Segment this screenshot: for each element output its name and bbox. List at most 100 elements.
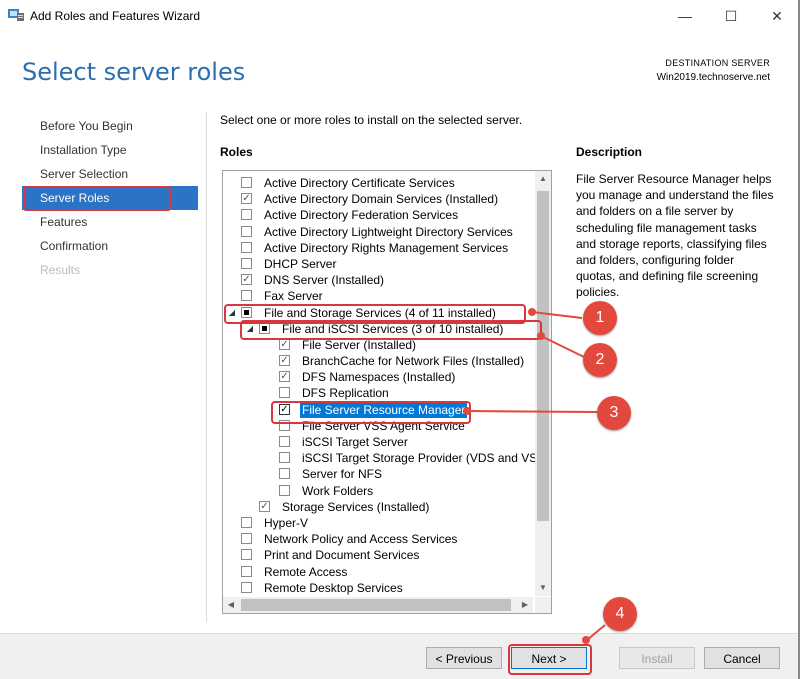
roles-tree-rows: Active Directory Certificate Services ✓ Ac… — [223, 175, 545, 596]
callout-badge-3: 3 — [597, 396, 631, 430]
nav-step-features[interactable]: Features — [22, 210, 198, 234]
role-label: File and Storage Services (4 of 11 insta… — [264, 305, 496, 320]
role-row[interactable]: Hyper-V — [223, 515, 534, 531]
minimize-button[interactable]: — — [662, 0, 708, 32]
role-row[interactable]: Active Directory Federation Services — [223, 207, 534, 223]
nav-step-results: Results — [40, 263, 81, 277]
horizontal-scroll-thumb[interactable] — [241, 599, 511, 611]
role-checkbox[interactable] — [241, 581, 252, 593]
annotation-anchor-4 — [582, 636, 590, 644]
role-checkbox[interactable] — [241, 177, 252, 188]
annotation-anchor-3 — [463, 407, 471, 415]
role-row[interactable]: Active Directory Lightweight Directory S… — [223, 224, 534, 240]
expand-collapse-icon[interactable]: ◢ — [245, 321, 255, 337]
role-checkbox[interactable] — [241, 533, 252, 545]
installed-checkbox[interactable]: ✓ — [259, 500, 270, 512]
roles-tree[interactable]: Active Directory Certificate Services ✓ Ac… — [222, 170, 552, 614]
role-checkbox[interactable] — [241, 225, 252, 237]
installed-checkbox[interactable]: ✓ — [279, 371, 290, 383]
title-bar: Add Roles and Features Wizard — ☐ ✕ — [0, 0, 800, 32]
installed-checkbox[interactable]: ✓ — [279, 355, 290, 367]
nav-step-confirmation[interactable]: Confirmation — [22, 234, 198, 258]
role-row[interactable]: ◢ File and iSCSI Services (3 of 10 instal… — [223, 321, 534, 337]
vertical-scrollbar[interactable]: ▲ ▼ — [535, 171, 551, 596]
next-button[interactable]: Next > — [511, 647, 587, 669]
role-row[interactable]: iSCSI Target Server — [223, 434, 534, 450]
role-row[interactable]: ✓ File Server (Installed) — [223, 337, 534, 353]
nav-step-before-you-begin[interactable]: Before You Begin — [22, 114, 198, 138]
role-label: File Server VSS Agent Service — [302, 418, 465, 433]
page-title: Select server roles — [22, 58, 246, 86]
role-checkbox[interactable] — [279, 436, 290, 447]
expand-collapse-icon[interactable]: ◢ — [227, 305, 237, 321]
role-label: iSCSI Target Storage Provider (VDS and V… — [302, 451, 546, 466]
cancel-button[interactable]: Cancel — [704, 647, 780, 669]
close-button[interactable]: ✕ — [754, 0, 800, 32]
role-label: Active Directory Rights Management Servi… — [264, 240, 509, 255]
role-row[interactable]: ✓ BranchCache for Network Files (Installe… — [223, 353, 534, 369]
checked-checkbox[interactable]: ✓ — [279, 403, 290, 415]
role-row[interactable]: DFS Replication — [223, 385, 534, 401]
role-checkbox[interactable] — [241, 516, 252, 528]
role-row[interactable]: DHCP Server — [223, 256, 534, 272]
previous-button[interactable]: < Previous — [426, 647, 502, 669]
role-checkbox[interactable] — [241, 565, 252, 577]
role-row[interactable]: Active Directory Rights Management Servi… — [223, 240, 534, 256]
role-checkbox[interactable] — [241, 241, 252, 253]
scroll-up-icon[interactable]: ▲ — [535, 171, 551, 187]
role-row[interactable]: ✓ DNS Server (Installed) — [223, 272, 534, 288]
role-checkbox[interactable] — [241, 257, 252, 269]
role-row[interactable]: ✓ Storage Services (Installed) — [223, 499, 534, 515]
minimize-icon: — — [678, 8, 692, 24]
role-checkbox[interactable] — [241, 209, 252, 221]
nav-step-server-roles[interactable]: Server Roles — [22, 186, 198, 211]
vertical-scroll-thumb[interactable] — [537, 191, 549, 521]
scroll-left-icon[interactable]: ◀ — [223, 597, 239, 613]
description-heading: Description — [576, 145, 643, 159]
scroll-down-icon[interactable]: ▼ — [535, 580, 551, 596]
installed-checkbox[interactable]: ✓ — [241, 274, 252, 286]
role-checkbox[interactable] — [279, 452, 290, 464]
role-row[interactable]: iSCSI Target Storage Provider (VDS and V… — [223, 450, 545, 466]
role-row[interactable]: Fax Server — [223, 288, 534, 304]
role-checkbox[interactable] — [279, 387, 290, 399]
role-checkbox[interactable] — [279, 468, 290, 480]
role-label: BranchCache for Network Files (Installed… — [302, 354, 525, 369]
role-row[interactable]: Active Directory Certificate Services — [223, 175, 534, 191]
partial-checkbox[interactable] — [259, 322, 270, 334]
maximize-button[interactable]: ☐ — [708, 0, 754, 32]
role-row[interactable]: Print and Document Services — [223, 547, 534, 563]
close-icon: ✕ — [771, 8, 783, 24]
role-label: Remote Desktop Services — [264, 580, 403, 595]
roles-heading: Roles — [220, 145, 253, 159]
nav-step-server-selection[interactable]: Server Selection — [22, 162, 198, 186]
role-row[interactable]: Remote Access — [223, 564, 534, 580]
role-label: File and iSCSI Services (3 of 10 install… — [282, 321, 504, 336]
role-label: Work Folders — [302, 483, 374, 498]
partial-checkbox[interactable] — [241, 306, 252, 318]
nav-divider — [206, 112, 207, 622]
scroll-right-icon[interactable]: ▶ — [517, 597, 533, 613]
role-row[interactable]: Server for NFS — [223, 466, 534, 482]
role-checkbox[interactable] — [279, 484, 290, 496]
role-label: Network Policy and Access Services — [264, 532, 458, 547]
role-row[interactable]: ✓ DFS Namespaces (Installed) — [223, 369, 534, 385]
destination-server-label: DESTINATION SERVER — [665, 58, 770, 68]
nav-step-installation-type[interactable]: Installation Type — [22, 138, 198, 162]
install-button[interactable]: Install — [619, 647, 695, 669]
horizontal-scrollbar[interactable]: ◀ ▶ — [223, 597, 533, 613]
scrollbar-corner — [535, 597, 551, 613]
role-checkbox[interactable] — [241, 290, 252, 302]
role-row[interactable]: Work Folders — [223, 483, 534, 499]
role-row[interactable]: File Server VSS Agent Service — [223, 418, 534, 434]
role-label: DNS Server (Installed) — [264, 273, 385, 288]
role-row[interactable]: ✓ Active Directory Domain Services (Insta… — [223, 191, 534, 207]
role-row[interactable]: Remote Desktop Services — [223, 580, 534, 596]
role-row[interactable]: Network Policy and Access Services — [223, 531, 534, 547]
installed-checkbox[interactable]: ✓ — [241, 193, 252, 205]
role-row[interactable]: ✓ File Server Resource Manager — [223, 401, 534, 418]
role-checkbox[interactable] — [241, 549, 252, 561]
installed-checkbox[interactable]: ✓ — [279, 338, 290, 350]
role-checkbox[interactable] — [279, 419, 290, 431]
role-row[interactable]: ◢ File and Storage Services (4 of 11 inst… — [223, 305, 534, 321]
